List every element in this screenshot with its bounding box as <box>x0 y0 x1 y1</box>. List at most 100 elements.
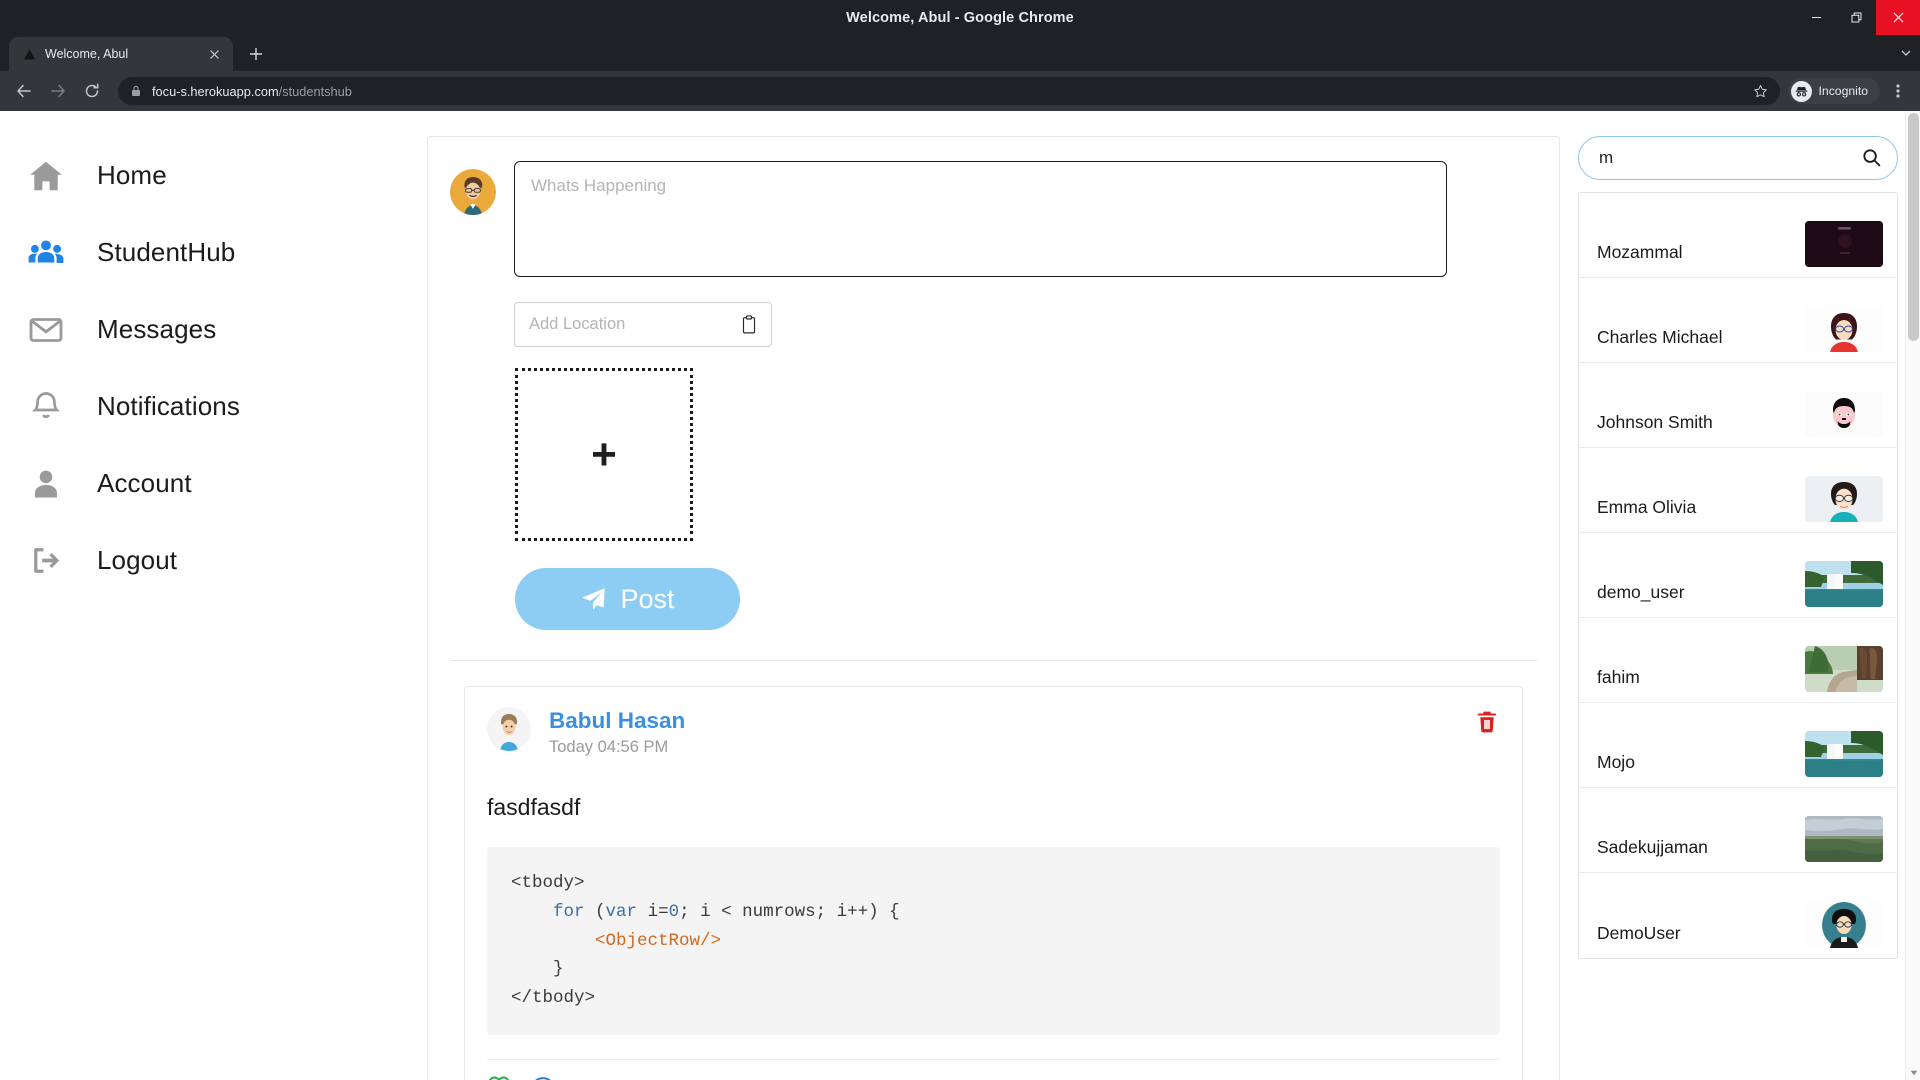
browser-toolbar: focu-s.herokuapp.com/studentshub Incogni… <box>0 71 1920 111</box>
code-token: ; i < numrows; i++) { <box>679 902 900 922</box>
search-result-row[interactable]: Johnson Smith <box>1579 363 1897 448</box>
search-result-row[interactable]: Mojo <box>1579 703 1897 788</box>
search-wrap <box>1578 136 1898 180</box>
search-panel: Mozammal Charles Michael Johnson Smith Emma… <box>1570 111 1920 1080</box>
search-result-row[interactable]: Mozammal <box>1579 193 1897 278</box>
code-token: var <box>606 902 638 922</box>
code-token <box>511 902 553 922</box>
code-token: </tbody> <box>511 988 595 1008</box>
code-token: ( <box>585 902 606 922</box>
image-upload-dropzone[interactable]: + <box>515 368 693 541</box>
scrollbar-thumb[interactable] <box>1908 113 1919 341</box>
browser-tab[interactable]: Welcome, Abul <box>9 37 233 71</box>
url-path: /studentshub <box>279 84 352 99</box>
sidebar-item-logout[interactable]: Logout <box>0 522 415 599</box>
search-result-row[interactable]: Charles Michael <box>1579 278 1897 363</box>
tab-list-chevron-icon[interactable] <box>1900 46 1912 64</box>
search-result-avatar <box>1805 561 1883 607</box>
search-result-name: Emma Olivia <box>1597 497 1696 522</box>
search-icon[interactable] <box>1861 147 1882 168</box>
post-code-block: <tbody> for (var i=0; i < numrows; i++) … <box>487 847 1500 1034</box>
code-token: } <box>511 959 564 979</box>
search-result-row[interactable]: DemoUser <box>1579 873 1897 958</box>
sidebar-item-messages[interactable]: Messages <box>0 291 415 368</box>
code-token: <tbody> <box>511 873 585 893</box>
code-token: <ObjectRow/> <box>595 931 721 951</box>
heart-icon[interactable] <box>487 1074 511 1080</box>
search-result-name: Charles Michael <box>1597 327 1722 352</box>
search-result-row[interactable]: fahim <box>1579 618 1897 703</box>
search-result-row[interactable]: Emma Olivia <box>1579 448 1897 533</box>
avatar <box>487 707 531 751</box>
feed-card: + Post <box>427 136 1560 1080</box>
post-button[interactable]: Post <box>515 568 740 630</box>
code-token: i= <box>637 902 669 922</box>
page-favicon-icon <box>21 46 37 62</box>
person-icon <box>25 463 67 505</box>
new-tab-button[interactable] <box>242 40 270 68</box>
search-result-name: demo_user <box>1597 582 1685 607</box>
search-result-avatar <box>1805 391 1883 437</box>
search-result-avatar <box>1805 476 1883 522</box>
sidebar-item-studenthub[interactable]: StudentHub <box>0 214 415 291</box>
people-icon <box>25 232 67 274</box>
sidebar-item-notifications[interactable]: Notifications <box>0 368 415 445</box>
reload-button[interactable] <box>76 75 108 107</box>
address-bar[interactable]: focu-s.herokuapp.com/studentshub <box>118 77 1780 105</box>
search-result-name: Sadekujjaman <box>1597 837 1708 862</box>
sidebar-item-label: Home <box>97 160 167 191</box>
tab-close-icon[interactable] <box>206 46 223 63</box>
bell-icon <box>25 386 67 428</box>
search-result-name: Mojo <box>1597 752 1635 777</box>
delete-post-button[interactable] <box>1474 709 1500 735</box>
search-result-name: DemoUser <box>1597 923 1681 948</box>
minimize-button[interactable] <box>1796 0 1836 35</box>
search-result-avatar <box>1805 731 1883 777</box>
maximize-button[interactable] <box>1836 0 1876 35</box>
status-input[interactable] <box>514 161 1447 277</box>
post-card: Babul Hasan Today 04:56 PM fasdfasdf <tb… <box>464 686 1523 1080</box>
post-actions <box>487 1059 1500 1080</box>
search-result-name: Johnson Smith <box>1597 412 1713 437</box>
search-result-row[interactable]: Sadekujjaman <box>1579 788 1897 873</box>
composer-fields: + Post <box>514 161 1537 630</box>
sidebar-item-account[interactable]: Account <box>0 445 415 522</box>
search-result-avatar <box>1805 221 1883 267</box>
post-meta: Babul Hasan Today 04:56 PM <box>549 707 685 757</box>
back-button[interactable] <box>8 75 40 107</box>
home-icon <box>25 155 67 197</box>
search-input[interactable] <box>1578 136 1898 180</box>
search-result-avatar <box>1805 816 1883 862</box>
post-author[interactable]: Babul Hasan <box>549 707 685 735</box>
search-result-row[interactable]: demo_user <box>1579 533 1897 618</box>
paper-plane-icon <box>580 586 607 613</box>
search-results-list: Mozammal Charles Michael Johnson Smith Emma… <box>1578 192 1898 959</box>
window-titlebar: Welcome, Abul - Google Chrome <box>0 0 1920 35</box>
composer-divider <box>450 660 1537 661</box>
forward-button[interactable] <box>42 75 74 107</box>
close-button[interactable] <box>1876 0 1920 35</box>
page-scrollbar[interactable] <box>1905 111 1920 1080</box>
search-result-name: fahim <box>1597 667 1640 692</box>
location-field[interactable] <box>514 302 772 347</box>
location-input[interactable] <box>529 315 741 334</box>
incognito-profile-button[interactable]: Incognito <box>1788 78 1880 104</box>
sidebar-item-label: Messages <box>97 314 216 345</box>
comment-icon[interactable] <box>531 1074 555 1080</box>
code-token <box>511 931 595 951</box>
code-token: for <box>553 902 585 922</box>
search-result-avatar <box>1805 902 1883 948</box>
post-composer: + Post <box>450 161 1537 630</box>
sidebar-item-label: StudentHub <box>97 237 235 268</box>
url-host: focu-s.herokuapp.com <box>152 84 279 99</box>
incognito-label: Incognito <box>1819 84 1868 98</box>
bookmark-star-icon[interactable] <box>1750 80 1772 102</box>
search-result-name: Mozammal <box>1597 242 1683 267</box>
code-token: 0 <box>669 902 680 922</box>
browser-menu-button[interactable] <box>1884 77 1912 105</box>
scroll-down-arrow-icon[interactable] <box>1906 1066 1920 1080</box>
sidebar-item-home[interactable]: Home <box>0 137 415 214</box>
sign-out-icon <box>25 540 67 582</box>
sidebar-nav: Home StudentHub Messages <box>0 111 415 1080</box>
clipboard-icon[interactable] <box>741 315 757 334</box>
